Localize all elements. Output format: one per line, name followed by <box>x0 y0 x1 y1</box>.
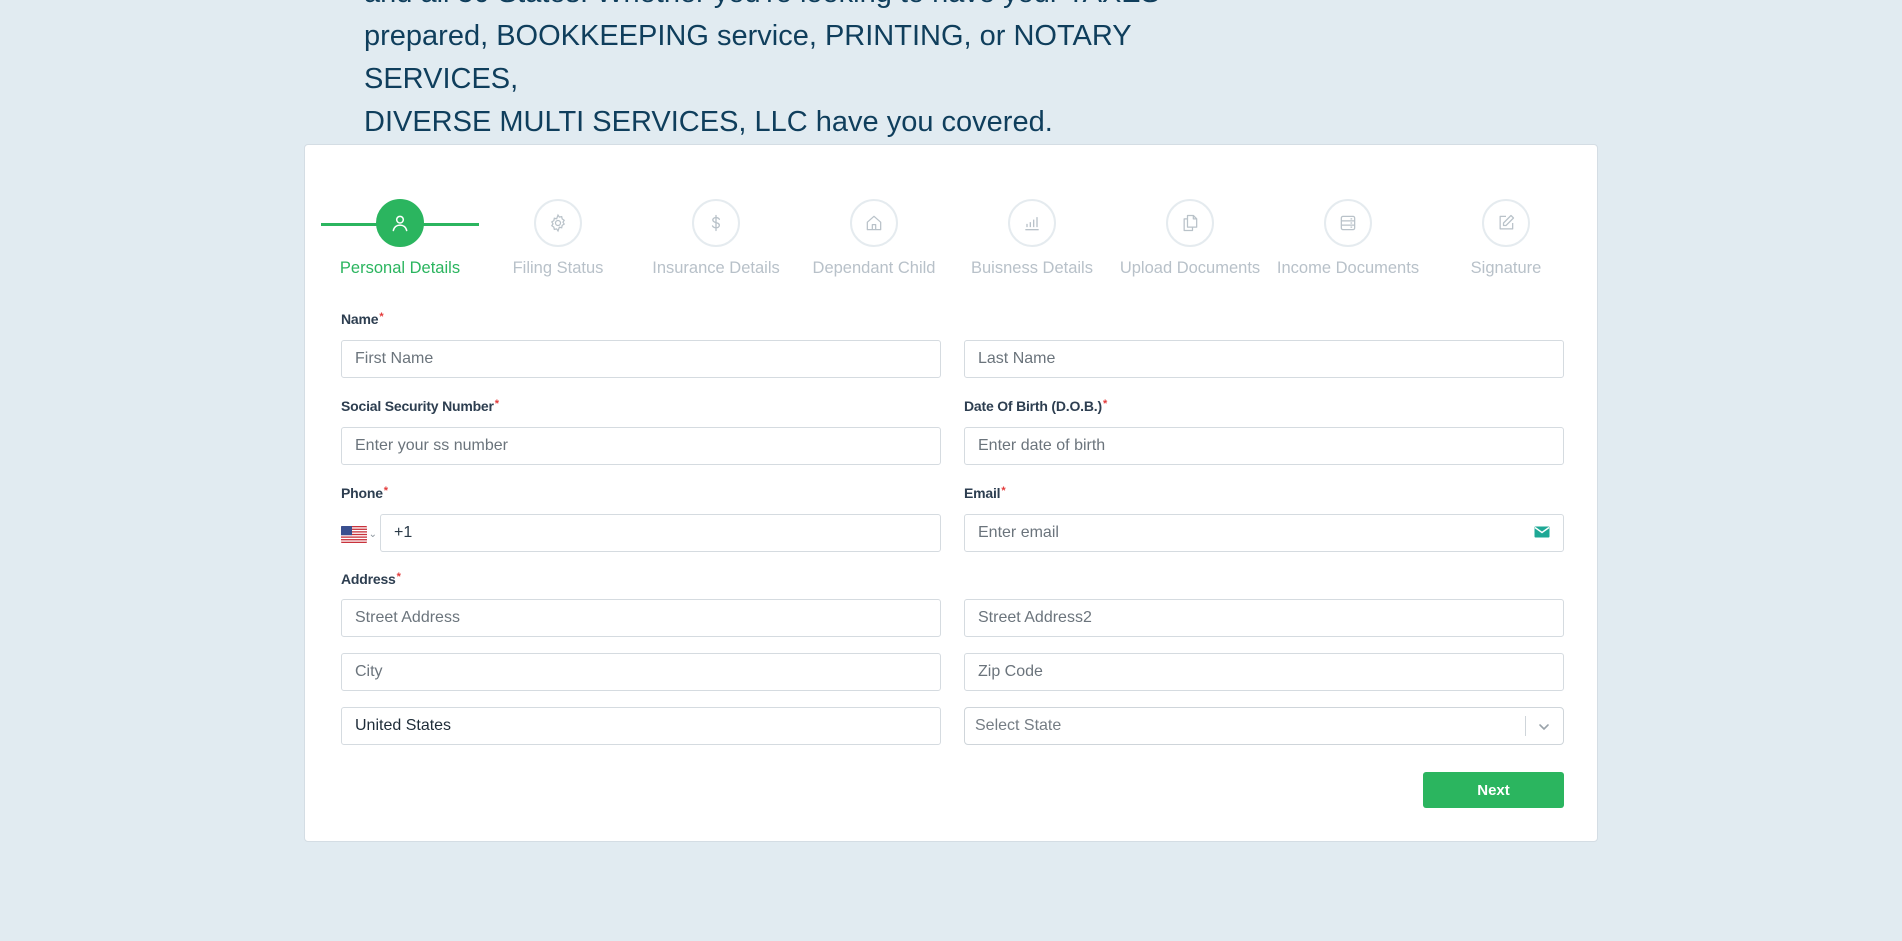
documents-icon <box>1183 214 1198 232</box>
intro-line: prepared, BOOKKEEPING service, PRINTING,… <box>364 20 1132 95</box>
bar-chart-icon <box>1025 217 1039 231</box>
step-label: Filing Status <box>512 259 604 277</box>
email-label-text: Email <box>964 485 1001 501</box>
email-input[interactable] <box>964 514 1564 552</box>
ssn-label-text: Social Security Number <box>341 398 494 414</box>
step-upload-documents[interactable]: Upload Documents <box>1111 199 1269 278</box>
step-income-documents[interactable]: Income Documents <box>1269 199 1427 278</box>
country-input[interactable] <box>341 707 941 745</box>
edit-icon <box>1499 214 1515 230</box>
envelope-icon <box>1534 526 1550 538</box>
state-select[interactable]: Select State <box>964 707 1564 745</box>
step-circle <box>850 199 898 247</box>
step-label: Insurance Details <box>652 259 780 277</box>
step-personal-details[interactable]: Personal Details <box>321 199 479 278</box>
step-label: Buisness Details <box>971 259 1093 277</box>
phone-label-text: Phone <box>341 485 383 501</box>
state-select-placeholder: Select State <box>975 717 1062 734</box>
ssn-label: Social Security Number* <box>341 398 499 414</box>
chevron-down-icon: ⌄ <box>368 528 377 540</box>
step-signature[interactable]: Signature <box>1427 199 1585 278</box>
home-icon <box>866 215 882 231</box>
gear-icon <box>550 213 566 233</box>
step-label: Personal Details <box>339 259 461 277</box>
dob-label-text: Date Of Birth (D.O.B.) <box>964 398 1102 414</box>
phone-label: Phone* <box>341 485 388 501</box>
phone-input[interactable] <box>380 514 941 552</box>
required-mark: * <box>494 398 499 410</box>
next-button[interactable]: Next <box>1423 772 1564 808</box>
step-label: Signature <box>1470 259 1542 277</box>
city-input[interactable] <box>341 653 941 691</box>
name-label: Name* <box>341 311 384 327</box>
dob-input[interactable] <box>964 427 1564 465</box>
step-circle <box>1166 199 1214 247</box>
address-label: Address* <box>341 571 401 587</box>
dob-label: Date Of Birth (D.O.B.)* <box>964 398 1107 414</box>
step-label: Income Documents <box>1276 259 1420 277</box>
country-code-selector[interactable]: ⌄ <box>341 523 377 545</box>
chevron-down-icon <box>1539 724 1549 731</box>
step-dependant-child[interactable]: Dependant Child <box>795 199 953 278</box>
step-circle <box>692 199 740 247</box>
us-flag-icon <box>341 525 367 543</box>
required-mark: * <box>379 311 384 323</box>
step-buisness-details[interactable]: Buisness Details <box>953 199 1111 278</box>
first-name-input[interactable] <box>341 340 941 378</box>
select-separator <box>1525 716 1526 736</box>
step-label: Dependant Child <box>812 259 936 277</box>
required-mark: * <box>383 485 388 497</box>
step-progress: Personal Details Filing Status Insurance… <box>321 199 1583 289</box>
name-label-text: Name <box>341 311 379 327</box>
email-field <box>964 514 1564 552</box>
email-label: Email* <box>964 485 1006 501</box>
step-circle <box>1008 199 1056 247</box>
required-mark: * <box>1102 398 1108 410</box>
archive-icon <box>1340 215 1356 231</box>
street-address2-input[interactable] <box>964 599 1564 637</box>
form-card: Personal Details Filing Status Insurance… <box>304 144 1598 842</box>
step-circle <box>534 199 582 247</box>
step-insurance-details[interactable]: Insurance Details <box>637 199 795 278</box>
intro-line: DIVERSE MULTI SERVICES, LLC have you cov… <box>364 106 1053 138</box>
step-label: Upload Documents <box>1119 259 1261 277</box>
step-circle <box>1482 199 1530 247</box>
user-icon <box>392 215 408 232</box>
ssn-input[interactable] <box>341 427 941 465</box>
last-name-input[interactable] <box>964 340 1564 378</box>
zip-code-input[interactable] <box>964 653 1564 691</box>
step-filing-status[interactable]: Filing Status <box>479 199 637 278</box>
intro-line: and all 50 States. Whether you're lookin… <box>364 0 1264 15</box>
dollar-icon <box>711 214 721 232</box>
street-address-input[interactable] <box>341 599 941 637</box>
address-label-text: Address <box>341 571 396 587</box>
step-circle <box>1324 199 1372 247</box>
required-mark: * <box>396 571 401 583</box>
step-circle <box>376 199 424 247</box>
required-mark: * <box>1001 485 1006 497</box>
intro-text: and all 50 States. Whether you're lookin… <box>364 0 1264 144</box>
